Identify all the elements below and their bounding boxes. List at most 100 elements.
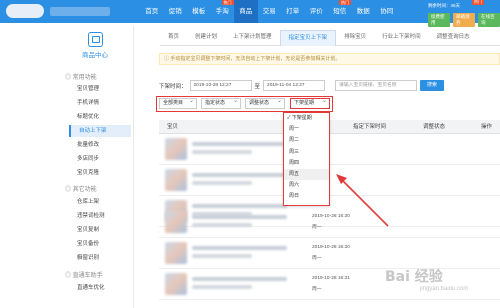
nav-item-data[interactable]: 数据	[352, 0, 376, 23]
tab-industry-time[interactable]: 行业上下架时间	[374, 30, 429, 46]
tab-assign-goods[interactable]: 指定宝贝上下架	[279, 30, 337, 46]
goods-thumbnail[interactable]	[165, 242, 187, 264]
sidebar-item-banned-words[interactable]: 违禁词检测	[69, 210, 131, 222]
date-start-input[interactable]: 2019-10-28 12:27	[189, 80, 252, 91]
main-nav: 首页 促销 模板 热门 手淘 商品 交易 打单 评价 热门短信 数据 协同	[140, 0, 399, 23]
col-assign-time: 指定下架时间	[353, 124, 387, 130]
search-input[interactable]: 请输入宝贝链接、宝贝名称	[335, 80, 418, 91]
coupon-button[interactable]: 邮箱领券	[453, 13, 475, 27]
account-actions: 续费使用 邮箱领券 在线咨询	[428, 13, 500, 27]
service-button[interactable]: 在线咨询	[478, 13, 500, 27]
col-action: 操作	[481, 124, 493, 130]
adjust-status-select[interactable]: 调整状态	[245, 97, 285, 109]
hot-badge: 热门	[339, 0, 351, 5]
goods-meta-blurred	[192, 223, 252, 227]
nav-item-review[interactable]: 评价	[305, 0, 329, 23]
nav-item-template[interactable]: 模板	[187, 0, 211, 23]
row-day: 周一	[312, 256, 322, 261]
sidebar-item-mobile-detail[interactable]: 手机详情	[69, 97, 131, 109]
sidebar-item-title-optimize[interactable]: 标题优化	[69, 111, 131, 123]
nav-label: 首页	[145, 8, 159, 15]
sidebar-item-clone[interactable]: 宝贝克隆	[69, 167, 131, 179]
search-button[interactable]: 搜索	[420, 80, 445, 91]
sidebar-item-batch-edit[interactable]: 批量修改	[69, 139, 131, 151]
sidebar-item-multi-sync[interactable]: 多店同步	[69, 153, 131, 165]
sidebar-item-copy[interactable]: 宝贝复制	[69, 224, 131, 236]
nav-label: 手淘	[215, 8, 229, 15]
sidebar: 商品中心 常用功能 宝贝管理 手机详情 标题优化 自动上下架 批量修改 多店同步…	[58, 26, 134, 308]
nav-label: 短信	[333, 8, 347, 15]
goods-meta-blurred	[192, 285, 252, 289]
goods-thumbnail[interactable]	[165, 211, 187, 233]
goods-meta-blurred	[192, 254, 252, 258]
goods-title-blurred	[192, 246, 287, 250]
assign-status-select[interactable]: 指定状态	[201, 97, 241, 109]
tab-create-plan[interactable]: 创建计划	[187, 30, 225, 46]
dropdown-option-mon[interactable]: 周一	[284, 124, 329, 135]
tab-exclude-goods[interactable]: 排除宝贝	[336, 30, 374, 46]
dropdown-option-fri[interactable]: 周五	[284, 168, 329, 181]
dropdown-option-all[interactable]: ✓ 下架星期	[284, 113, 329, 124]
nav-label: 数据	[356, 8, 370, 15]
nav-label: 评价	[309, 8, 323, 15]
tab-home[interactable]: 首页	[160, 30, 187, 46]
table-row[interactable]: 2019-10-28 16:30 周一	[159, 207, 500, 238]
goods-thumbnail[interactable]	[165, 273, 187, 295]
goods-center-icon	[87, 32, 103, 47]
sidebar-item-ztc-optimize[interactable]: 直通车优化	[69, 282, 131, 294]
table-row[interactable]: 2019-10-28 16:30 周一	[159, 238, 500, 269]
account-hot-badge: 热门	[472, 0, 484, 5]
date-filter-row: 下架时间： 2019-10-28 12:27 至 2019-11-04 12:2…	[159, 79, 445, 92]
dropdown-option-wed[interactable]: 周三	[284, 147, 329, 158]
dropdown-option-thu[interactable]: 周四	[284, 158, 329, 169]
nav-item-goods[interactable]: 商品	[234, 0, 258, 23]
table-row[interactable]: 2019-10-28 16:31 周一	[159, 269, 500, 300]
row-day: 周一	[312, 225, 322, 230]
col-goods: 宝贝	[167, 124, 179, 130]
sidebar-item-goods-manage[interactable]: 宝贝管理	[69, 83, 131, 95]
weekday-select[interactable]: 下架星期	[290, 97, 330, 109]
goods-title-blurred	[192, 173, 287, 177]
sub-tabs: 首页 创建计划 上下架计划管理 指定宝贝上下架 排除宝贝 行业上下架时间 调整查…	[160, 30, 500, 46]
nav-label: 促销	[168, 8, 182, 15]
app-logo[interactable]	[6, 4, 44, 18]
goods-thumbnail[interactable]	[165, 138, 187, 160]
app-root: 首页 促销 模板 热门 手淘 商品 交易 打单 评价 热门 短信 数据 协同 剩余时…	[0, 0, 500, 308]
row-time: 2019-10-28 16:31	[312, 276, 350, 281]
nav-item-print[interactable]: 打单	[281, 0, 305, 23]
nav-label: 交易	[262, 8, 276, 15]
weekday-dropdown: ✓ 下架星期 周一 周二 周三 周四 周五 周六 周日	[283, 112, 330, 206]
notice-banner: ⓘ 手动指定宝贝调整下架时间，无法自动上下架计划，无论是否参加相关计划。	[159, 53, 500, 65]
row-day: 周一	[312, 287, 322, 292]
goods-meta-blurred	[192, 150, 252, 154]
sidebar-item-window[interactable]: 橱窗识别	[69, 252, 131, 264]
dropdown-option-sat[interactable]: 周六	[284, 180, 329, 191]
category-select[interactable]: 全部类目	[159, 97, 197, 109]
nav-label: 协同	[380, 8, 394, 15]
nav-item-trade[interactable]: 交易	[258, 0, 282, 23]
col-adjust-status: 调整状态	[423, 124, 446, 130]
nav-item-promo[interactable]: 促销	[164, 0, 188, 23]
notice-text: 手动指定宝贝调整下架时间，无法自动上下架计划，无论是否参加相关计划。	[170, 56, 341, 62]
goods-title-blurred	[192, 277, 287, 281]
nav-label: 打单	[286, 8, 300, 15]
watermark-url: jingyan.baidu.com	[420, 286, 469, 292]
goods-meta-blurred	[192, 181, 252, 185]
nav-item-collab[interactable]: 协同	[375, 0, 399, 23]
shop-name-blurred	[50, 7, 110, 16]
tab-plan-manage[interactable]: 上下架计划管理	[225, 30, 280, 46]
goods-thumbnail[interactable]	[165, 169, 187, 191]
nav-item-sms[interactable]: 热门短信	[328, 0, 352, 23]
tab-adjust-log[interactable]: 调整查询日志	[429, 30, 478, 46]
nav-item-mobile[interactable]: 热门 手淘	[211, 0, 235, 23]
dropdown-option-sun[interactable]: 周日	[284, 191, 329, 202]
sidebar-item-backup[interactable]: 宝贝备份	[69, 238, 131, 250]
sidebar-item-auto-listing[interactable]: 自动上下架	[69, 125, 131, 137]
date-end-input[interactable]: 2019-11-04 12:27	[263, 80, 326, 91]
renew-button[interactable]: 续费使用	[428, 13, 450, 27]
sidebar-item-warehouse[interactable]: 仓库上架	[69, 196, 131, 208]
dropdown-option-tue[interactable]: 周二	[284, 135, 329, 146]
nav-label: 商品	[239, 8, 253, 15]
goods-title-blurred	[192, 142, 287, 146]
nav-item-home[interactable]: 首页	[140, 0, 164, 23]
